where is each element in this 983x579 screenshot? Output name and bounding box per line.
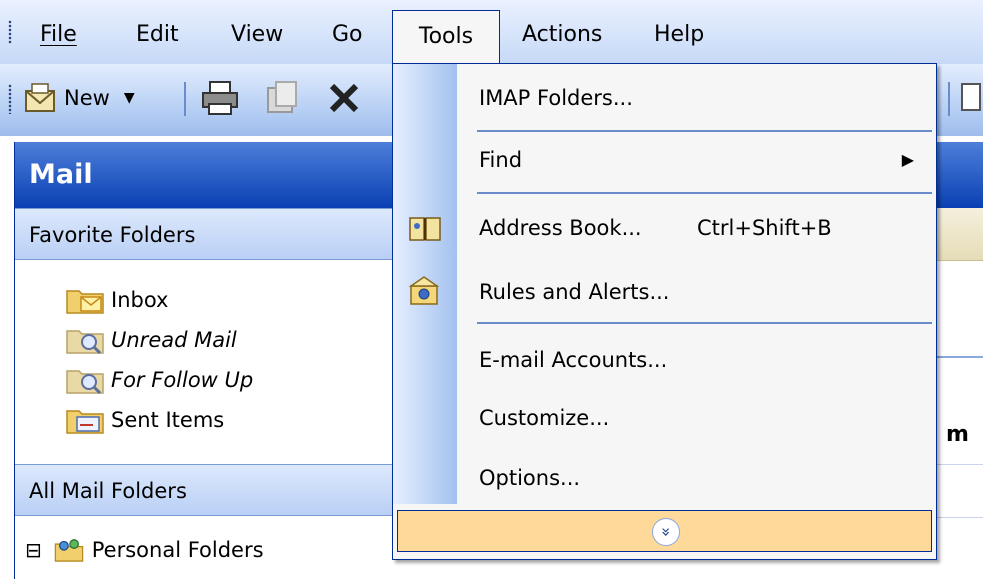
sent-items-folder-icon xyxy=(66,410,104,434)
tools-menu: IMAP Folders... Find ▶ Address Book... C… xyxy=(392,63,937,560)
menu-item-rules-and-alerts[interactable]: Rules and Alerts... xyxy=(457,264,936,320)
new-dropdown-arrow-icon[interactable]: ▼ xyxy=(124,90,135,106)
menu-item-address-book[interactable]: Address Book... Ctrl+Shift+B xyxy=(457,200,936,256)
column-header-fragment: m xyxy=(946,422,969,447)
move-to-folder-icon xyxy=(267,81,297,113)
menu-view[interactable]: View xyxy=(231,18,283,52)
menu-go[interactable]: Go xyxy=(332,18,363,52)
favorite-folder-sent-items[interactable]: Sent Items xyxy=(65,402,224,438)
tree-item-personal-folders[interactable]: ⊟ Personal Folders xyxy=(25,532,264,568)
menu-file[interactable]: File xyxy=(40,18,77,52)
submenu-arrow-icon: ▶ xyxy=(901,150,914,169)
delete-x-icon xyxy=(329,83,359,113)
menu-item-options[interactable]: Options... xyxy=(457,450,936,506)
search-folder-icon xyxy=(66,370,104,395)
expand-menu-button[interactable]: » xyxy=(397,510,932,552)
menu-help[interactable]: Help xyxy=(654,18,704,52)
print-button[interactable] xyxy=(200,76,240,120)
menu-bar: File Edit View Go Tools Actions Help xyxy=(0,0,983,64)
toolbar-separator xyxy=(948,82,950,116)
address-book-icon xyxy=(409,217,441,241)
search-folder-icon xyxy=(66,330,104,355)
toolbar-separator xyxy=(184,82,186,116)
menu-edit[interactable]: Edit xyxy=(136,18,179,52)
new-button[interactable]: New ▼ xyxy=(22,76,135,120)
new-mail-icon xyxy=(25,83,55,112)
delete-button[interactable] xyxy=(326,76,362,120)
document-icon xyxy=(961,83,981,111)
menu-item-find[interactable]: Find ▶ xyxy=(457,132,936,188)
collapse-toggle-icon[interactable]: ⊟ xyxy=(25,538,42,562)
inbox-folder-icon xyxy=(66,290,104,314)
move-to-folder-button[interactable] xyxy=(262,76,302,120)
favorite-folder-inbox[interactable]: Inbox xyxy=(65,282,168,318)
menu-bar-grip[interactable] xyxy=(8,20,12,44)
favorite-folder-for-follow-up[interactable]: For Follow Up xyxy=(65,362,253,398)
double-chevron-down-icon: » xyxy=(652,518,680,546)
address-book-shortcut: Ctrl+Shift+B xyxy=(697,216,832,240)
menu-tools[interactable]: Tools xyxy=(392,10,500,64)
menu-item-customize[interactable]: Customize... xyxy=(457,390,936,446)
toolbar-grip[interactable] xyxy=(8,84,12,114)
printer-icon xyxy=(202,81,238,115)
rules-and-alerts-icon xyxy=(408,276,440,305)
menu-separator xyxy=(477,322,932,324)
personal-folders-icon xyxy=(54,539,84,562)
menu-item-email-accounts[interactable]: E-mail Accounts... xyxy=(457,332,936,388)
toolbar-overflow-button[interactable] xyxy=(958,76,982,120)
favorite-folder-unread-mail[interactable]: Unread Mail xyxy=(65,322,237,358)
menu-actions[interactable]: Actions xyxy=(522,18,602,52)
menu-separator xyxy=(477,192,932,194)
menu-item-imap-folders[interactable]: IMAP Folders... xyxy=(457,70,936,126)
